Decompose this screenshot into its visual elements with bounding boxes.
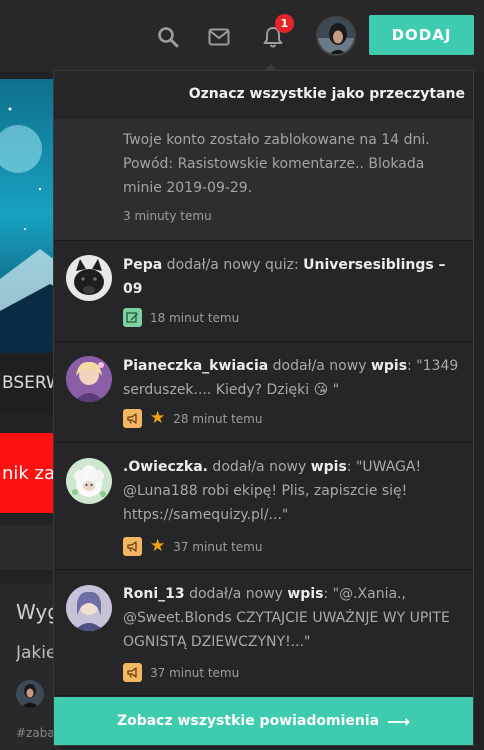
notification-meta: ★ 28 minut temu [123, 409, 262, 428]
action-text: dodał/a nowy [207, 459, 311, 475]
user-name[interactable]: .Owieczka. [123, 459, 208, 475]
megaphone-icon [123, 409, 142, 428]
notification-item[interactable]: Twoje konto zostało zablokowane na 14 dn… [54, 118, 473, 241]
avatar[interactable] [66, 356, 112, 402]
user-name[interactable]: Pepa [123, 257, 162, 273]
notification-text: Pianeczka_kwiacia dodał/a nowy wpis: "13… [123, 354, 465, 402]
time-label: 3 minuty temu [123, 209, 212, 223]
notification-count-badge: 1 [275, 14, 294, 33]
action-text: dodał/a nowy [184, 586, 288, 602]
star-icon: ★ [150, 536, 166, 556]
edit-icon [123, 308, 142, 327]
avatar[interactable] [66, 458, 112, 504]
top-navigation-bar: 1 DODAJ [0, 0, 484, 72]
avatar[interactable] [66, 585, 112, 631]
user-name[interactable]: Roni_13 [123, 586, 185, 602]
time-label: 18 minut temu [150, 310, 240, 325]
post-link[interactable]: wpis [311, 459, 347, 475]
post-link[interactable]: wpis [371, 358, 407, 374]
see-all-label: Zobacz wszystkie powiadomienia [116, 713, 380, 729]
search-icon[interactable] [155, 24, 181, 50]
mail-icon[interactable] [206, 24, 232, 50]
notification-item[interactable]: Pepa dodał/a nowy quiz: Universesiblings… [54, 241, 473, 342]
notification-item[interactable]: Pianeczka_kwiacia dodał/a nowy wpis: "13… [54, 342, 473, 443]
time-label: 37 minut temu [173, 539, 263, 554]
notification-text: Roni_13 dodał/a nowy wpis: "@.Xania., @S… [123, 582, 465, 654]
add-button[interactable]: DODAJ [369, 15, 474, 55]
user-name[interactable]: Pianeczka_kwiacia [123, 358, 268, 374]
see-all-notifications-button[interactable]: Zobacz wszystkie powiadomienia ⟶ [54, 697, 473, 745]
notification-time: 3 minuty temu [123, 209, 212, 223]
notification-text: .Owieczka. dodał/a nowy wpis: "UWAGA! @L… [123, 455, 465, 527]
megaphone-icon [123, 663, 142, 682]
post-author-avatar[interactable] [16, 680, 44, 708]
user-avatar[interactable] [316, 16, 356, 56]
post-link[interactable]: wpis [287, 586, 323, 602]
notification-text: Pepa dodał/a nowy quiz: Universesiblings… [123, 253, 465, 301]
banner-caption: BSERW [0, 353, 60, 413]
notification-text: Twoje konto zostało zablokowane na 14 dn… [123, 132, 430, 196]
megaphone-icon [123, 537, 142, 556]
notifications-dropdown: Oznacz wszystkie jako przeczytane Twoje … [53, 70, 474, 746]
promo-banner[interactable]: nik za [0, 433, 60, 513]
time-label: 37 minut temu [150, 665, 240, 680]
section-divider [0, 525, 60, 570]
time-label: 28 minut temu [173, 411, 263, 426]
action-text: dodał/a nowy quiz: [162, 257, 304, 273]
notification-meta: 37 minut temu [123, 663, 239, 682]
featured-banner-image[interactable] [0, 79, 60, 353]
avatar[interactable] [66, 255, 112, 301]
action-text: dodał/a nowy [268, 358, 371, 374]
star-icon: ★ [150, 408, 166, 428]
notification-item[interactable]: Roni_13 dodał/a nowy wpis: "@.Xania., @S… [54, 570, 473, 696]
arrow-right-icon: ⟶ [387, 711, 411, 731]
notification-meta: 18 minut temu [123, 308, 239, 327]
mark-all-read-link[interactable]: Oznacz wszystkie jako przeczytane [54, 71, 473, 118]
notification-meta: ★ 37 minut temu [123, 537, 262, 556]
notification-item[interactable]: .Owieczka. dodał/a nowy wpis: "UWAGA! @L… [54, 443, 473, 570]
